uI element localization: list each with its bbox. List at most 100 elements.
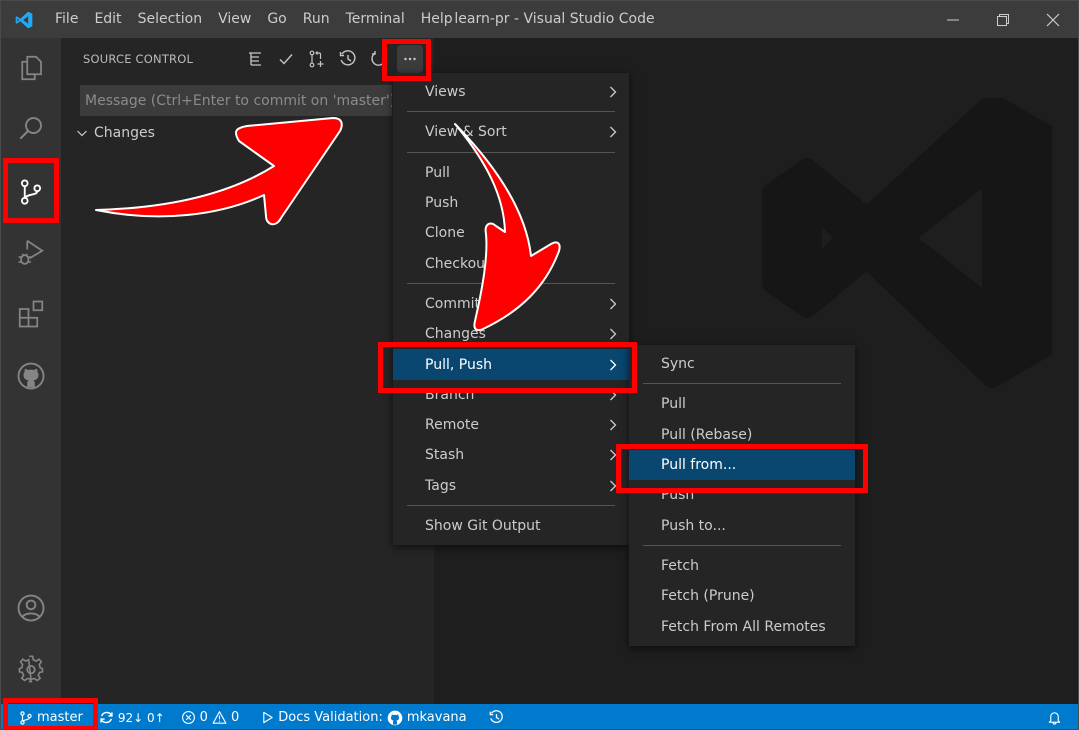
menu-item-push[interactable]: Push (393, 188, 629, 218)
menu-item-pull[interactable]: Pull (393, 158, 629, 188)
menu-item-commit[interactable]: Commit (393, 289, 629, 319)
create-pull-request-button[interactable] (301, 45, 332, 73)
files-icon (21, 55, 42, 81)
menu-item-tags[interactable]: Tags (393, 471, 629, 501)
activity-source-control[interactable] (1, 162, 61, 222)
github-user-icon (387, 710, 403, 725)
activity-extensions[interactable] (1, 284, 61, 344)
timeline-status[interactable] (483, 704, 510, 729)
source-control-more-menu: Views View & Sort Pull Push Clone Checkout to… (393, 73, 629, 546)
activity-github[interactable] (1, 346, 61, 406)
restore-icon (997, 13, 1009, 26)
menu-item-remote[interactable]: Remote (393, 410, 629, 440)
chevron-right-icon (610, 86, 617, 98)
menu-view[interactable]: View (210, 1, 259, 38)
menu-item-push-to[interactable]: Push to... (629, 510, 855, 540)
sidebar-title: SOURCE CONTROL (83, 52, 194, 66)
menu-item-show-git-output[interactable]: Show Git Output (393, 511, 629, 541)
activity-run-debug[interactable] (1, 222, 61, 282)
history-icon (489, 710, 503, 723)
chevron-right-icon (610, 298, 617, 310)
create-pull-request-icon (309, 50, 323, 68)
menu-item-push[interactable]: Push (629, 480, 855, 510)
menu-item-fetch-from-all-remotes[interactable]: Fetch From All Remotes (629, 611, 855, 641)
refresh-icon (370, 51, 386, 66)
commit-button[interactable] (270, 45, 301, 73)
menu-item-label: Push (661, 487, 695, 504)
menu-separator (407, 111, 615, 113)
minimize-button[interactable] (928, 1, 978, 38)
commit-message-input[interactable] (80, 85, 392, 116)
menu-item-label: Pull (Rebase) (661, 426, 753, 443)
menu-help[interactable]: Help (413, 1, 461, 38)
changes-label: Changes (94, 125, 155, 141)
menu-item-view-sort[interactable]: View & Sort (393, 117, 629, 147)
menu-item-fetch[interactable]: Fetch (629, 551, 855, 581)
restore-button[interactable] (978, 1, 1028, 38)
menu-item-pull-rebase[interactable]: Pull (Rebase) (629, 420, 855, 450)
problems-status[interactable]: 0 0 (175, 704, 246, 729)
menu-separator (643, 544, 841, 546)
menu-item-stash[interactable]: Stash (393, 440, 629, 470)
menu-item-label: Pull (425, 164, 450, 181)
github-username: mkavana (406, 710, 467, 725)
menu-item-label: Push (425, 195, 459, 212)
search-icon (19, 117, 42, 140)
menu-item-label: Sync (661, 356, 695, 373)
sync-status[interactable]: 92↓ 0↑ (93, 704, 171, 729)
menu-item-pull-push[interactable]: Pull, Push (393, 349, 629, 380)
menu-selection[interactable]: Selection (130, 1, 211, 38)
menu-item-label: Clone (425, 225, 465, 242)
branch-icon (20, 710, 32, 725)
docs-validation-status[interactable]: Docs Validation: mkavana (255, 704, 472, 729)
tree-view-icon (248, 52, 261, 66)
github-icon (17, 362, 45, 390)
menu-file[interactable]: File (47, 1, 86, 38)
chevron-right-icon (610, 419, 617, 431)
window-controls (928, 1, 1078, 38)
vscode-window: File Edit Selection View Go Run Terminal… (0, 0, 1079, 730)
chevron-right-icon (610, 328, 617, 340)
menu-item-label: Fetch From All Remotes (661, 618, 826, 635)
more-actions-button[interactable] (397, 45, 423, 73)
activity-search[interactable] (1, 98, 61, 158)
activity-manage[interactable] (1, 639, 61, 699)
activity-bar (1, 38, 61, 704)
close-button[interactable] (1028, 1, 1078, 38)
commit-check-icon (279, 54, 293, 65)
menu-item-pull-from[interactable]: Pull from... (629, 449, 855, 481)
bell-icon (1048, 712, 1061, 725)
sidebar-actions (239, 45, 423, 73)
account-icon (17, 594, 45, 622)
menu-item-changes[interactable]: Changes (393, 319, 629, 349)
branch-status[interactable]: master (1, 704, 89, 729)
menu-run[interactable]: Run (295, 1, 338, 38)
activity-accounts[interactable] (1, 578, 61, 638)
history-button[interactable] (332, 45, 363, 73)
minimize-icon (947, 19, 959, 20)
menu-item-branch[interactable]: Branch (393, 380, 629, 410)
menu-item-fetch-prune[interactable]: Fetch (Prune) (629, 581, 855, 611)
close-icon (1046, 13, 1060, 26)
menu-item-label: Pull from... (661, 457, 737, 474)
menu-terminal[interactable]: Terminal (338, 1, 413, 38)
refresh-button[interactable] (363, 45, 394, 73)
gear-icon (18, 655, 44, 683)
menu-item-pull[interactable]: Pull (629, 389, 855, 419)
activity-explorer[interactable] (1, 38, 61, 98)
view-as-tree-button[interactable] (239, 45, 270, 73)
docs-validation-label: Docs Validation: (278, 710, 383, 725)
sidebar-header: SOURCE CONTROL (61, 38, 434, 80)
menu-item-views[interactable]: Views (393, 77, 629, 107)
menu-edit[interactable]: Edit (86, 1, 129, 38)
menu-item-label: Tags (425, 477, 456, 494)
menu-item-checkout-to[interactable]: Checkout to... (393, 248, 629, 278)
notifications-button[interactable] (1041, 704, 1078, 729)
menu-item-clone[interactable]: Clone (393, 218, 629, 248)
menu-item-label: Fetch (Prune) (661, 588, 755, 605)
chevron-down-icon (77, 130, 87, 137)
chevron-right-icon (610, 449, 617, 461)
menu-go[interactable]: Go (259, 1, 294, 38)
menu-item-sync[interactable]: Sync (629, 349, 855, 379)
changes-section-header[interactable]: Changes (75, 125, 155, 141)
